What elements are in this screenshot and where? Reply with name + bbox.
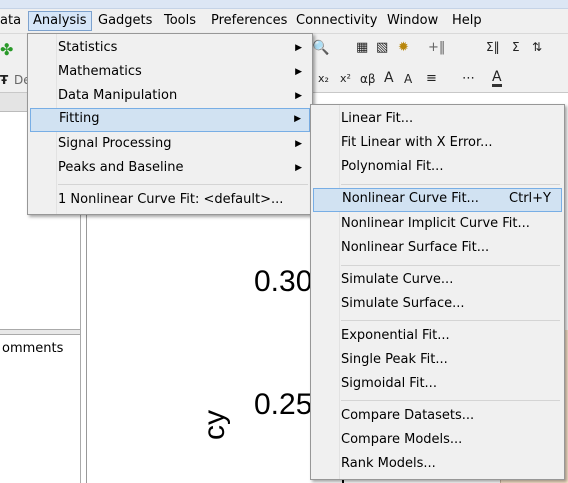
menu-window[interactable]: Window (383, 12, 442, 30)
menu-separator (341, 265, 560, 266)
submenu-arrow-icon: ▶ (295, 139, 302, 149)
question-icon[interactable]: ▧ (376, 40, 388, 55)
menu-item-label: 1 Nonlinear Curve Fit: <default>... (58, 192, 284, 207)
menu-item-label: Compare Models... (341, 432, 463, 447)
menu-separator (58, 184, 308, 185)
menu-item-fit-linear-x-error[interactable]: Fit Linear with X Error... (313, 132, 562, 154)
y-tick-label: 0.25 (254, 388, 313, 421)
fitting-submenu: Linear Fit... Fit Linear with X Error...… (310, 104, 565, 480)
submenu-arrow-icon: ▶ (295, 163, 302, 173)
y-tick-label: 0.30 (254, 265, 313, 298)
menu-item-simulate-surface[interactable]: Simulate Surface... (313, 293, 562, 315)
menu-tools[interactable]: Tools (160, 12, 200, 30)
alpha-beta-icon[interactable]: αβ (360, 72, 376, 86)
menu-item-label: Fit Linear with X Error... (341, 135, 493, 150)
menu-help[interactable]: Help (448, 12, 486, 30)
comments-label: omments (2, 341, 64, 356)
menu-item-label: Mathematics (58, 64, 142, 79)
worksheet-icon[interactable]: ▦ (356, 40, 368, 55)
menu-item-label: Simulate Curve... (341, 272, 454, 287)
menu-item-label: Fitting (59, 111, 100, 126)
sort-icon[interactable]: ⇅ (532, 40, 542, 54)
zoom-icon[interactable]: 🔍 (312, 40, 329, 56)
increase-font-icon[interactable]: A (384, 70, 394, 86)
analysis-menu: Statistics ▶ Mathematics ▶ Data Manipulati… (27, 33, 313, 215)
menu-item-label: Linear Fit... (341, 111, 414, 126)
menu-item-label: Nonlinear Implicit Curve Fit... (341, 216, 530, 231)
menu-item-sigmoidal-fit[interactable]: Sigmoidal Fit... (313, 373, 562, 395)
menu-item-fitting[interactable]: Fitting ▶ (30, 108, 310, 132)
menu-item-mathematics[interactable]: Mathematics ▶ (30, 61, 310, 83)
font-color-icon[interactable]: A (492, 70, 502, 87)
menu-item-label: Simulate Surface... (341, 296, 465, 311)
menu-item-label: Signal Processing (58, 136, 172, 151)
title-bar (0, 0, 568, 9)
menu-item-rank-models[interactable]: Rank Models... (313, 453, 562, 475)
menu-separator (341, 184, 560, 185)
submenu-arrow-icon: ▶ (295, 67, 302, 77)
menu-item-signal-processing[interactable]: Signal Processing ▶ (30, 133, 310, 155)
splitter[interactable] (0, 329, 80, 335)
menu-item-nonlinear-surface-fit[interactable]: Nonlinear Surface Fit... (313, 237, 562, 259)
font-icon[interactable]: Ŧ (0, 73, 8, 87)
menu-item-single-peak-fit[interactable]: Single Peak Fit... (313, 349, 562, 371)
sum-icon[interactable]: Σ‖ (486, 40, 500, 54)
menu-item-linear-fit[interactable]: Linear Fit... (313, 108, 562, 130)
menu-preferences[interactable]: Preferences (207, 12, 291, 30)
align-icon[interactable]: ≡ (426, 71, 437, 86)
menu-item-nonlinear-implicit-fit[interactable]: Nonlinear Implicit Curve Fit... (313, 213, 562, 235)
menu-item-polynomial-fit[interactable]: Polynomial Fit... (313, 156, 562, 178)
menu-analysis[interactable]: Analysis (28, 11, 92, 31)
menu-connectivity[interactable]: Connectivity (292, 12, 381, 30)
menu-data[interactable]: ata (0, 12, 25, 30)
line-style-icon[interactable]: ⋯ (462, 71, 475, 86)
menu-item-label: Sigmoidal Fit... (341, 376, 437, 391)
menu-item-label: Nonlinear Surface Fit... (341, 240, 490, 255)
menu-item-label: Exponential Fit... (341, 328, 450, 343)
gear-icon[interactable]: ✹ (398, 40, 409, 55)
menu-item-label: Statistics (58, 40, 118, 55)
menu-item-compare-models[interactable]: Compare Models... (313, 429, 562, 451)
menu-item-compare-datasets[interactable]: Compare Datasets... (313, 405, 562, 427)
menu-item-data-manipulation[interactable]: Data Manipulation ▶ (30, 85, 310, 107)
superscript-icon[interactable]: x² (340, 72, 351, 85)
submenu-arrow-icon: ▶ (295, 91, 302, 101)
subscript-icon[interactable]: x₂ (318, 72, 329, 85)
menu-item-recent-nlfit[interactable]: 1 Nonlinear Curve Fit: <default>... (30, 189, 310, 211)
menu-item-label: Data Manipulation (58, 88, 178, 103)
menu-item-label: Peaks and Baseline (58, 160, 184, 175)
menu-item-label: Rank Models... (341, 456, 436, 471)
menu-separator (341, 400, 560, 401)
y-axis-label: cy (198, 410, 231, 440)
menu-item-nonlinear-curve-fit[interactable]: Nonlinear Curve Fit... Ctrl+Y (313, 188, 562, 212)
menu-item-label: Compare Datasets... (341, 408, 475, 423)
menu-separator (341, 320, 560, 321)
shortcut-label: Ctrl+Y (509, 191, 551, 206)
menu-item-statistics[interactable]: Statistics ▶ (30, 37, 310, 59)
puzzle-icon[interactable]: ✤ (0, 40, 13, 59)
menu-bar: ata Analysis Gadgets Tools Preferences C… (0, 9, 568, 34)
sigma-icon[interactable]: Σ (512, 40, 520, 54)
menu-item-label: Nonlinear Curve Fit... (342, 191, 479, 206)
menu-item-simulate-curve[interactable]: Simulate Curve... (313, 269, 562, 291)
submenu-arrow-icon: ▶ (294, 114, 301, 124)
menu-item-label: Single Peak Fit... (341, 352, 448, 367)
menu-gadgets[interactable]: Gadgets (94, 12, 156, 30)
decrease-font-icon[interactable]: A (404, 72, 412, 86)
submenu-arrow-icon: ▶ (295, 43, 302, 53)
add-column-icon[interactable]: +‖ (428, 40, 445, 55)
menu-item-peaks-baseline[interactable]: Peaks and Baseline ▶ (30, 157, 310, 179)
menu-item-label: Polynomial Fit... (341, 159, 444, 174)
menu-item-exponential-fit[interactable]: Exponential Fit... (313, 325, 562, 347)
